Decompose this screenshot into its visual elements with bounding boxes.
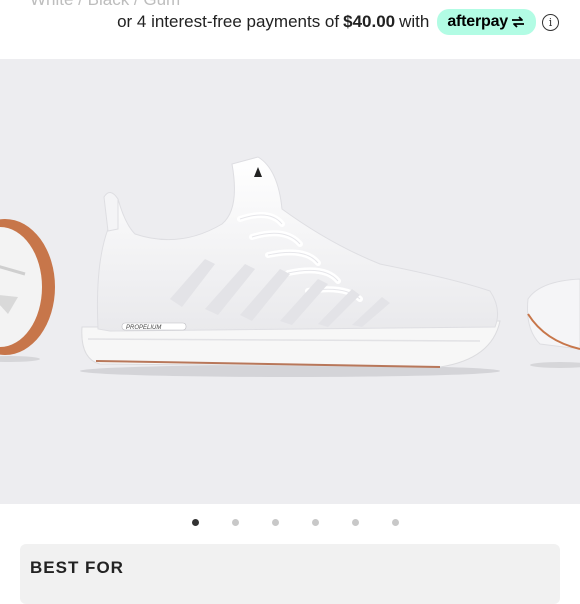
carousel-dot-6[interactable]: [392, 519, 399, 526]
product-image-carousel[interactable]: PROPELIUM: [0, 59, 580, 504]
afterpay-badge[interactable]: afterpay: [437, 9, 536, 35]
carousel-dot-4[interactable]: [312, 519, 319, 526]
afterpay-suffix: with: [399, 12, 429, 32]
carousel-dot-5[interactable]: [352, 519, 359, 526]
afterpay-installments: or 4 interest-free payments of $40.00 wi…: [117, 9, 559, 35]
afterpay-brand: afterpay: [447, 13, 508, 31]
carousel-dot-3[interactable]: [272, 519, 279, 526]
carousel-pagination: [0, 519, 580, 526]
best-for-section[interactable]: BEST FOR: [20, 544, 560, 604]
next-shoe-image: [528, 279, 580, 368]
main-shoe-image: PROPELIUM: [80, 157, 500, 377]
svg-text:PROPELIUM: PROPELIUM: [126, 325, 161, 331]
afterpay-prefix: or 4 interest-free payments of: [117, 12, 339, 32]
afterpay-amount: $40.00: [343, 12, 395, 32]
previous-shoe-image: [0, 219, 55, 362]
afterpay-arrows-icon: [510, 16, 526, 28]
best-for-heading: BEST FOR: [30, 558, 124, 578]
shoe-gallery-image: PROPELIUM: [0, 59, 580, 504]
info-icon[interactable]: i: [542, 14, 559, 31]
carousel-dot-2[interactable]: [232, 519, 239, 526]
carousel-dot-1[interactable]: [192, 519, 199, 526]
